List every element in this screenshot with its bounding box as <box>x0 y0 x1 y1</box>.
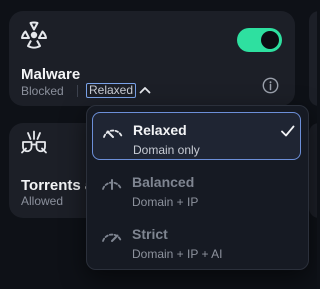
option-relaxed[interactable]: Relaxed Domain only <box>92 112 301 160</box>
next-card-partial <box>309 123 317 218</box>
radiation-icon <box>21 21 47 49</box>
option-balanced[interactable]: Balanced Domain + IP <box>92 165 301 213</box>
app-stage: Malware Blocked Relaxed Torrents a Allow… <box>0 0 317 289</box>
toggle-knob <box>261 31 279 49</box>
status-divider <box>77 85 78 97</box>
gauge-medium-icon <box>102 179 122 190</box>
mode-trigger-label: Relaxed <box>86 82 137 98</box>
option-name: Relaxed <box>133 122 187 138</box>
mode-dropdown-trigger[interactable]: Relaxed <box>86 82 151 98</box>
option-name: Balanced <box>132 174 195 190</box>
malware-toggle[interactable] <box>237 28 282 52</box>
chevron-up-icon <box>139 87 151 94</box>
gauge-high-icon <box>102 233 122 242</box>
next-card-partial <box>309 11 317 106</box>
mode-dropdown-menu: Relaxed Domain only Balanced Domain + IP… <box>86 105 309 270</box>
torrents-status: Allowed <box>21 194 64 208</box>
option-name: Strict <box>132 226 168 242</box>
info-icon[interactable] <box>262 77 279 94</box>
torrent-icon <box>21 130 47 154</box>
option-description: Domain + IP <box>132 195 199 209</box>
option-description: Domain + IP + AI <box>132 247 223 261</box>
option-description: Domain only <box>133 143 200 157</box>
malware-status: Blocked <box>21 84 64 98</box>
check-icon <box>281 125 295 137</box>
torrents-title: Torrents a <box>21 177 94 194</box>
malware-title: Malware <box>21 66 81 83</box>
option-strict[interactable]: Strict Domain + IP + AI <box>92 217 301 265</box>
gauge-low-icon <box>103 129 123 138</box>
